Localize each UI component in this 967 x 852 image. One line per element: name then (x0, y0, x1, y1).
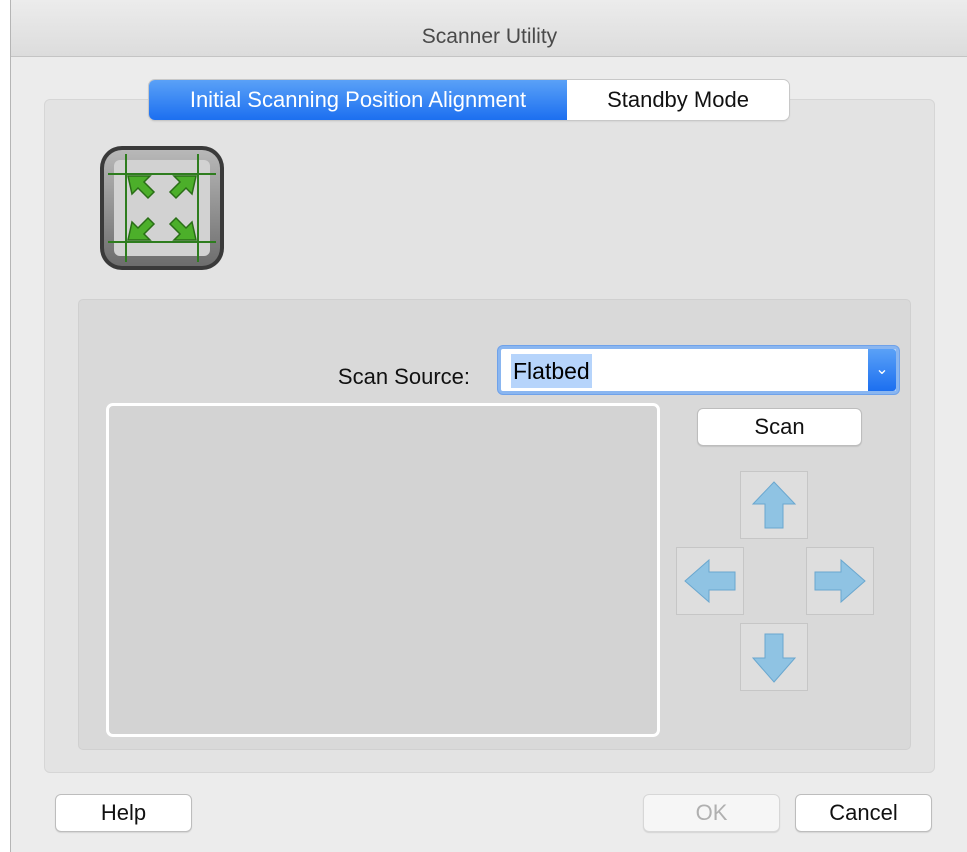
window-title: Scanner Utility (421, 25, 558, 48)
scan-position-alignment-icon (98, 144, 226, 272)
scan-preview-area (106, 403, 660, 737)
scan-source-label: Scan Source: (337, 364, 470, 389)
move-right-button[interactable] (806, 547, 874, 615)
tab-standby-mode[interactable]: Standby Mode (567, 80, 789, 120)
chevron-down-icon[interactable]: ⌄ (868, 349, 896, 391)
arrow-up-icon (751, 481, 797, 529)
tab-bar: Initial Scanning Position Alignment Stan… (149, 80, 789, 120)
scan-button[interactable]: Scan (697, 408, 862, 446)
ok-button[interactable]: OK (643, 794, 780, 832)
title-bar[interactable]: Scanner Utility (11, 0, 967, 57)
scan-source-value: Flatbed (511, 354, 592, 388)
tab-initial-scanning-position-alignment[interactable]: Initial Scanning Position Alignment (149, 80, 567, 120)
cancel-button[interactable]: Cancel (795, 794, 932, 832)
scan-source-dropdown[interactable]: Flatbed ⌄ (498, 346, 899, 394)
arrow-left-icon (684, 558, 736, 604)
move-down-button[interactable] (740, 623, 808, 691)
arrow-right-icon (814, 558, 866, 604)
help-button[interactable]: Help (55, 794, 192, 832)
move-left-button[interactable] (676, 547, 744, 615)
arrow-down-icon (751, 633, 797, 683)
move-up-button[interactable] (740, 471, 808, 539)
